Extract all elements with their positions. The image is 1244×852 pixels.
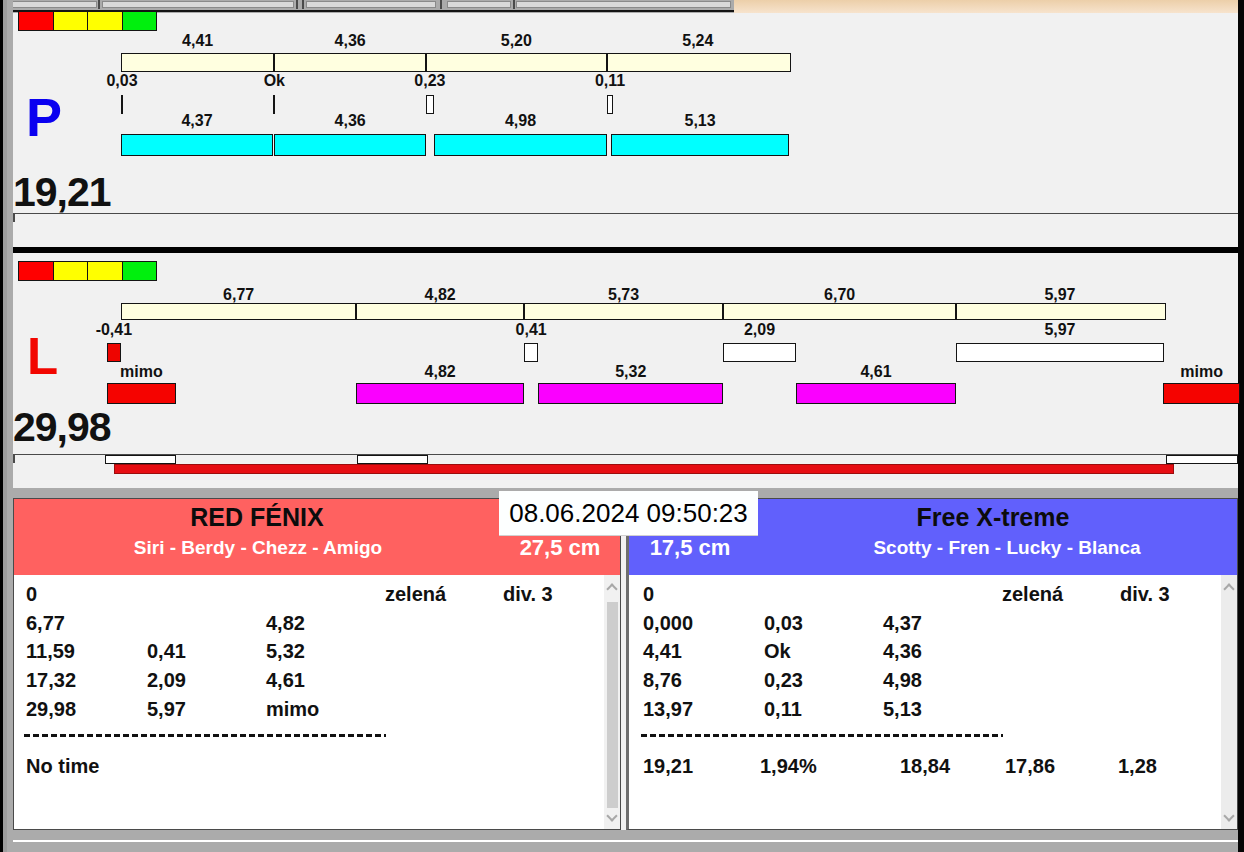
changeover-box	[956, 343, 1164, 362]
status-light-cell	[19, 12, 54, 30]
plan-segment-label: 4,82	[390, 286, 490, 304]
run-segment-bar	[121, 134, 273, 156]
run-segment-label: mimo	[91, 363, 191, 381]
changeover-box	[426, 95, 434, 114]
run-segment-label: 4,98	[471, 112, 571, 130]
plan-segment-label: 5,73	[574, 286, 674, 304]
changeover-box	[723, 343, 796, 362]
plan-segment-label: 6,77	[189, 286, 289, 304]
run-segment-label: 5,32	[581, 363, 681, 381]
status-light-cell	[123, 262, 157, 280]
window-right-border	[1238, 0, 1244, 852]
run-segment-bar	[796, 383, 956, 404]
status-light-cell	[54, 262, 89, 280]
run-segment-bar	[356, 383, 524, 404]
changeover-label: 0,23	[380, 72, 480, 90]
status-lights-l	[18, 261, 157, 281]
panel-baseline-p	[13, 213, 1238, 214]
elapsed-bar	[114, 464, 1174, 474]
plan-bar-divider	[606, 53, 608, 72]
changeover-tick	[273, 95, 275, 114]
plan-bar-l	[121, 303, 1166, 320]
changeover-tick	[121, 95, 123, 114]
plan-bar-divider	[523, 303, 525, 320]
plan-segment-label: 5,24	[648, 32, 748, 50]
changeover-label: 0,11	[560, 72, 660, 90]
background-tick	[302, 0, 304, 9]
changeover-label: 0,03	[72, 72, 172, 90]
run-segment-bar	[274, 134, 426, 156]
timeline-mark	[1166, 455, 1238, 464]
datetime-box: 08.06.2024 09:50:23	[499, 491, 758, 536]
timeline-mark	[105, 455, 176, 464]
background-window-fragment	[447, 1, 511, 8]
background-window-fragment	[306, 1, 436, 8]
lane-letter-l: L	[27, 331, 58, 382]
plan-segment-label: 6,70	[790, 286, 890, 304]
plan-segment-label: 5,97	[1010, 286, 1110, 304]
run-segment-label: 4,82	[390, 363, 490, 381]
status-light-cell	[54, 12, 89, 30]
plan-bar-divider	[722, 303, 724, 320]
plan-segment-label: 4,41	[148, 32, 248, 50]
run-segment-bar	[1163, 383, 1239, 404]
timeline-mark	[357, 455, 428, 464]
plan-bar-p	[121, 53, 791, 72]
background-window-tan	[734, 0, 1238, 13]
background-tick	[440, 0, 442, 9]
background-tick	[513, 0, 515, 9]
status-light-cell	[88, 12, 123, 30]
run-segment-label: 4,37	[147, 112, 247, 130]
plan-bar-divider	[425, 53, 427, 72]
background-window-fragment	[102, 1, 294, 8]
changeover-label: 2,09	[710, 321, 810, 339]
run-segment-label: 5,13	[650, 112, 750, 130]
panel-baseline-l	[13, 454, 1238, 455]
panel-baseline-tick	[13, 455, 15, 463]
team-panel-border	[626, 498, 1238, 830]
panel-baseline-tick	[13, 214, 15, 222]
changeover-label: Ok	[224, 72, 324, 90]
run-segment-label: 4,61	[826, 363, 926, 381]
total-time-p: 19,21	[13, 172, 111, 213]
status-light-cell	[19, 262, 54, 280]
run-segment-label: 4,36	[300, 112, 400, 130]
background-window-fragment	[516, 1, 731, 8]
background-tick	[98, 0, 100, 9]
changeover-label: 5,97	[1010, 321, 1110, 339]
run-segment-bar	[611, 134, 789, 156]
run-segment-bar	[434, 134, 607, 156]
status-light-cell	[123, 12, 157, 30]
changeover-box	[107, 343, 121, 362]
plan-bar-divider	[273, 53, 275, 72]
changeover-box	[524, 343, 538, 362]
background-window-fragment	[12, 1, 97, 8]
changeover-label: -0,41	[64, 321, 164, 339]
changeover-label: 0,41	[481, 321, 581, 339]
total-time-l: 29,98	[13, 407, 111, 448]
run-segment-bar	[107, 383, 176, 404]
run-segment-bar	[538, 383, 723, 404]
plan-bar-divider	[355, 303, 357, 320]
lane-letter-p: P	[26, 90, 62, 144]
background-tick	[296, 0, 298, 9]
plan-bar-divider	[955, 303, 957, 320]
footer-bottom-line	[13, 840, 1238, 842]
plan-segment-label: 5,20	[466, 32, 566, 50]
plan-segment-label: 4,36	[300, 32, 400, 50]
status-lights-p	[18, 11, 157, 31]
team-panel-border	[13, 498, 621, 830]
changeover-box	[607, 95, 613, 114]
status-light-cell	[88, 262, 123, 280]
panel-divider	[13, 247, 1238, 253]
run-segment-label: mimo	[1152, 363, 1244, 381]
